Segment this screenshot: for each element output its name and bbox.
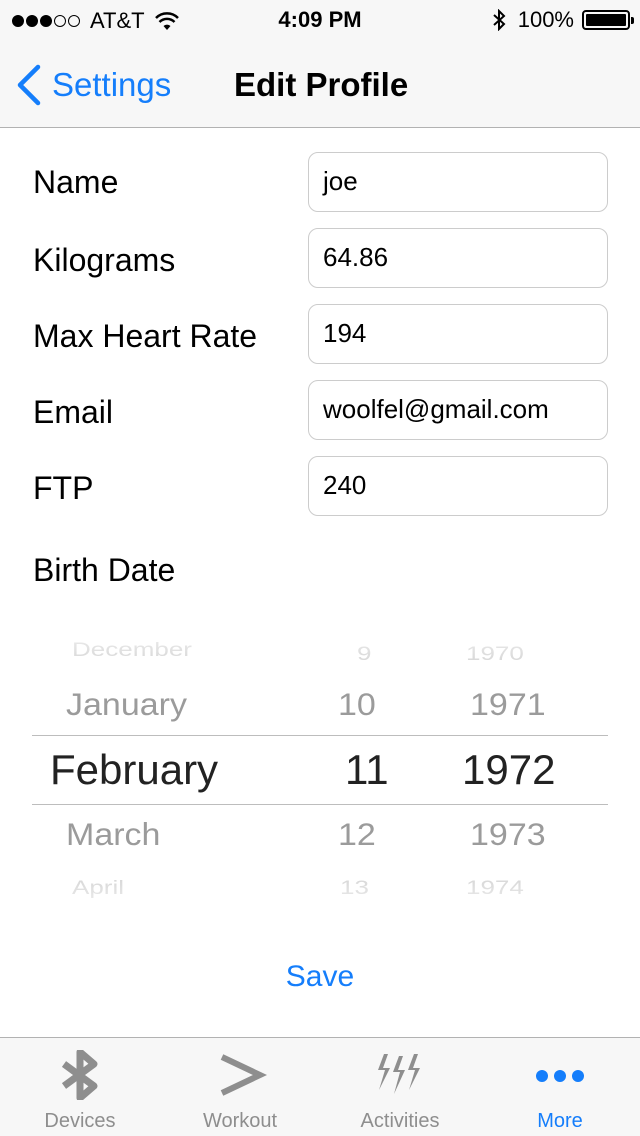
tab-activities[interactable]: Activities (320, 1038, 480, 1136)
name-label: Name (33, 164, 119, 200)
birth-date-row: Birth Date (0, 540, 640, 600)
tab-devices-label: Devices (44, 1110, 116, 1132)
tab-devices[interactable]: Devices (0, 1038, 160, 1136)
navigation-bar: Settings Edit Profile (0, 40, 640, 128)
bluetooth-status-icon (493, 9, 506, 31)
battery-percent: 100% (517, 7, 574, 32)
kilograms-field[interactable]: 64.86 (308, 228, 608, 288)
status-right: 100% (492, 7, 634, 33)
kilograms-label: Kilograms (33, 242, 176, 278)
max-heart-rate-label: Max Heart Rate (33, 318, 258, 354)
ftp-row: FTP 240 (0, 456, 640, 516)
more-dots-icon (536, 1070, 584, 1082)
picker-month-selected[interactable]: February (50, 746, 218, 794)
picker-day-option[interactable]: 13 (340, 876, 369, 899)
chevron-right-icon (220, 1054, 268, 1096)
chevron-left-icon (17, 64, 41, 106)
tab-workout[interactable]: Workout (160, 1038, 320, 1136)
picker-selection-line-bottom (32, 804, 608, 805)
picker-day-option[interactable]: 12 (338, 818, 376, 854)
picker-month-option[interactable]: January (66, 688, 187, 724)
kilograms-row: Kilograms 64.86 (0, 228, 640, 288)
birth-date-label: Birth Date (33, 552, 176, 588)
picker-year-selected[interactable]: 1972 (462, 746, 555, 794)
status-bar: AT&T 4:09 PM 100% (0, 0, 640, 40)
tab-more-label: More (537, 1110, 583, 1132)
email-label: Email (33, 394, 114, 430)
email-field[interactable]: woolfel@gmail.com (308, 380, 608, 440)
picker-year-option[interactable]: 1974 (466, 876, 524, 899)
picker-selection-line-top (32, 735, 608, 736)
page-title: Edit Profile (234, 66, 409, 103)
picker-year-option[interactable]: 1970 (466, 642, 524, 665)
max-heart-rate-row: Max Heart Rate 194 (0, 304, 640, 364)
tab-workout-label: Workout (202, 1110, 278, 1132)
name-field[interactable]: joe (308, 152, 608, 212)
email-row: Email woolfel@gmail.com (0, 380, 640, 440)
ftp-label: FTP (33, 470, 94, 506)
picker-year-option[interactable]: 1973 (470, 818, 546, 854)
picker-day-option[interactable]: 10 (338, 688, 376, 724)
picker-day-selected[interactable]: 11 (345, 746, 389, 794)
save-button[interactable]: Save (0, 960, 640, 994)
tab-more[interactable]: More (480, 1038, 640, 1136)
birth-date-picker[interactable]: December January February March April 9 … (32, 620, 608, 920)
picker-month-option[interactable]: December (72, 638, 192, 661)
tab-bar: Devices Workout Activities More (0, 1037, 640, 1136)
tab-activities-label: Activities (360, 1110, 440, 1132)
bluetooth-icon (61, 1050, 98, 1100)
back-button[interactable]: Settings (14, 64, 171, 106)
name-row: Name joe (0, 152, 640, 212)
ftp-field[interactable]: 240 (308, 456, 608, 516)
lightning-icon (378, 1054, 420, 1094)
picker-month-option[interactable]: March (66, 818, 160, 854)
picker-day-option[interactable]: 9 (357, 642, 371, 665)
back-button-label: Settings (52, 66, 172, 103)
picker-year-option[interactable]: 1971 (470, 688, 546, 724)
max-heart-rate-field[interactable]: 194 (308, 304, 608, 364)
picker-month-option[interactable]: April (72, 876, 124, 899)
battery-icon (582, 10, 634, 30)
